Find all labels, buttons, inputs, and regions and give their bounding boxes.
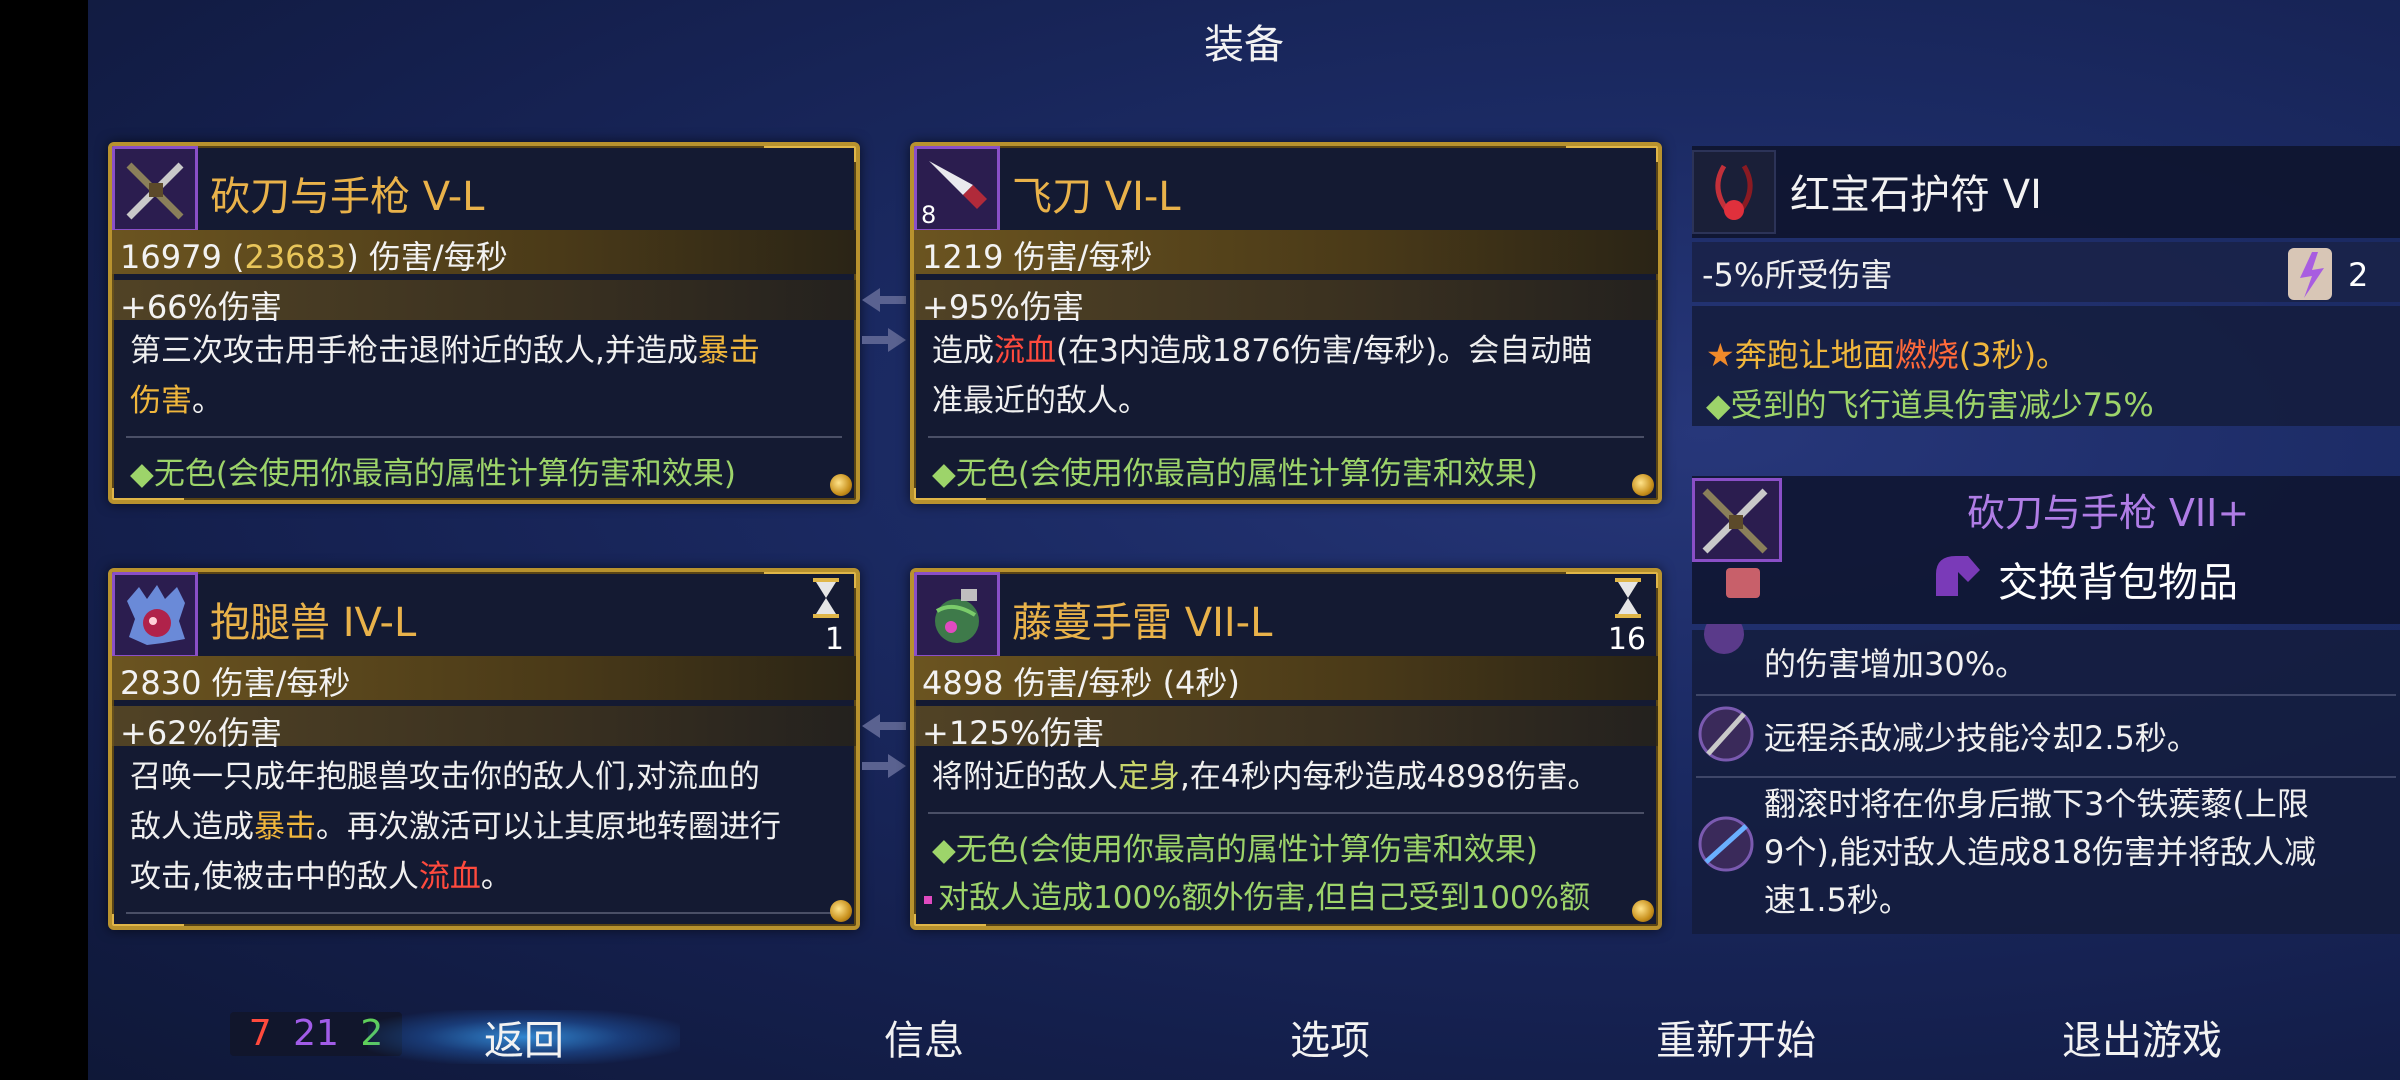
screen-title: 装备 <box>1204 22 1284 68</box>
equipment-screen: 装备 砍刀与手枪 V-L 16979 (23683) 伤害/每秒 +66%伤害 … <box>88 0 2400 1080</box>
backpack-weapon-icon <box>1692 478 1782 562</box>
backpack-panel[interactable]: 砍刀与手枪 VII+ 交换背包物品 <box>1692 476 2400 624</box>
dps-stat: 2830 伤害/每秒 <box>120 664 351 702</box>
colorless-affix: ◆无色(会使用你最高的属性计算伤害和效果) <box>932 832 1539 868</box>
extra-damage-affix: 对敌人造成100%额外伤害,但自己受到100%额 <box>924 872 1590 917</box>
grenade-icon <box>914 572 1000 658</box>
creature-skill-icon <box>112 572 198 658</box>
amulet-panel[interactable]: 红宝石护符 VI -5%所受伤害 2 ★奔跑让地面燃烧(3秒)。 ◆受到的飞行道… <box>1692 146 2400 428</box>
cooldown-value: 1 <box>824 622 844 657</box>
skill-icon <box>1694 614 1754 664</box>
item-description: 将附近的敌人定身,在4秒内每秒造成4898伤害。 <box>932 759 1599 795</box>
swap-arrows-icon[interactable] <box>862 706 906 786</box>
item-card-legbreaker[interactable]: 抱腿兽 IV-L 1 2830 伤害/每秒 +62%伤害 召唤一只成年抱腿兽攻击… <box>108 568 860 930</box>
damage-bonus: +66%伤害 <box>120 288 282 326</box>
swap-backpack-label[interactable]: 交换背包物品 <box>1998 550 2238 608</box>
item-name: 砍刀与手枪 V-L <box>210 174 485 220</box>
amulet-stat: -5%所受伤害 <box>1702 256 1893 294</box>
skill-text: 的伤害增加30%。 <box>1764 645 2028 683</box>
gold-gem-icon <box>830 474 852 496</box>
info-button[interactable]: 信息 <box>804 1008 1044 1066</box>
item-description: 第三次攻击用手枪击退附近的敌人,并造成暴击 伤害。 <box>130 333 760 419</box>
brutality-count: 7 <box>248 1013 272 1054</box>
skills-panel: 的伤害增加30%。 远程杀敌减少技能冷却2.5秒。 翻滚时将在你身后撒下3个铁蒺… <box>1692 614 2400 934</box>
gold-gem-icon <box>830 900 852 922</box>
item-description: 造成流血(在3内造成1876伤害/每秒)。会自动瞄 准最近的敌人。 <box>932 333 1593 419</box>
amulet-affix-projectile: ◆受到的飞行道具伤害减少75% <box>1706 386 2154 424</box>
machete-pistol-icon <box>112 146 198 232</box>
backpack-item-name: 砍刀与手枪 VII+ <box>1966 491 2250 535</box>
gold-gem-icon <box>1632 900 1654 922</box>
colorless-affix: ◆无色(会使用你最高的属性计算伤害和效果) <box>932 456 1539 492</box>
skill-text: 远程杀敌减少技能冷却2.5秒。 <box>1764 719 2199 757</box>
item-name: 藤蔓手雷 VII-L <box>1012 600 1273 646</box>
item-card-machete-pistol[interactable]: 砍刀与手枪 V-L 16979 (23683) 伤害/每秒 +66%伤害 第三次… <box>108 142 860 504</box>
item-card-vine-grenade[interactable]: 藤蔓手雷 VII-L 16 4898 伤害/每秒 (4秒) +125%伤害 将附… <box>910 568 1662 930</box>
throwing-knife-icon: 8 <box>914 146 1000 232</box>
cooldown-value: 16 <box>1607 622 1646 657</box>
gold-gem-icon <box>1632 474 1654 496</box>
dps-stat: 16979 (23683) 伤害/每秒 <box>120 238 508 276</box>
ruby-amulet-icon <box>1692 150 1776 234</box>
scroll-count: 2 <box>2348 256 2369 294</box>
item-description: 召唤一只成年抱腿兽攻击你的敌人们,对流血的 敌人造成暴击。再次激活可以让其原地转… <box>130 759 781 895</box>
swap-arrows-icon[interactable] <box>862 280 906 360</box>
colorless-affix: ◆无色(会使用你最高的属性计算伤害和效果) <box>130 456 737 492</box>
backpack-swap-icon[interactable] <box>1928 546 1988 602</box>
back-button[interactable]: 返回 <box>404 1008 644 1066</box>
caltrops-skill-icon <box>1694 804 1758 884</box>
options-button[interactable]: 选项 <box>1210 1008 1450 1066</box>
skill-text: 翻滚时将在你身后撒下3个铁蒺藜(上限 9个),能对敌人造成818伤害并将敌人减 … <box>1764 785 2317 919</box>
damage-bonus: +95%伤害 <box>922 288 1084 326</box>
scroll-icon <box>2282 242 2342 306</box>
dps-stat: 1219 伤害/每秒 <box>922 238 1153 276</box>
restart-button[interactable]: 重新开始 <box>1616 1008 1856 1066</box>
backpack-mini-icon <box>1726 568 1760 598</box>
tactics-count: 21 <box>293 1013 339 1054</box>
knife-count: 8 <box>921 201 937 229</box>
damage-bonus: +62%伤害 <box>120 714 282 752</box>
dps-stat: 4898 伤害/每秒 (4秒) <box>922 664 1240 702</box>
damage-bonus: +125%伤害 <box>922 714 1105 752</box>
item-card-throwing-knife[interactable]: 8 飞刀 VI-L 1219 伤害/每秒 +95%伤害 造成流血(在3内造成18… <box>910 142 1662 504</box>
item-name: 飞刀 VI-L <box>1012 174 1181 220</box>
quit-game-button[interactable]: 退出游戏 <box>2022 1008 2262 1066</box>
amulet-affix-burn: ★奔跑让地面燃烧(3秒)。 <box>1706 336 2069 374</box>
ranged-skill-icon <box>1694 698 1758 770</box>
item-name: 抱腿兽 IV-L <box>210 600 417 646</box>
amulet-name: 红宝石护符 VI <box>1790 172 2042 218</box>
